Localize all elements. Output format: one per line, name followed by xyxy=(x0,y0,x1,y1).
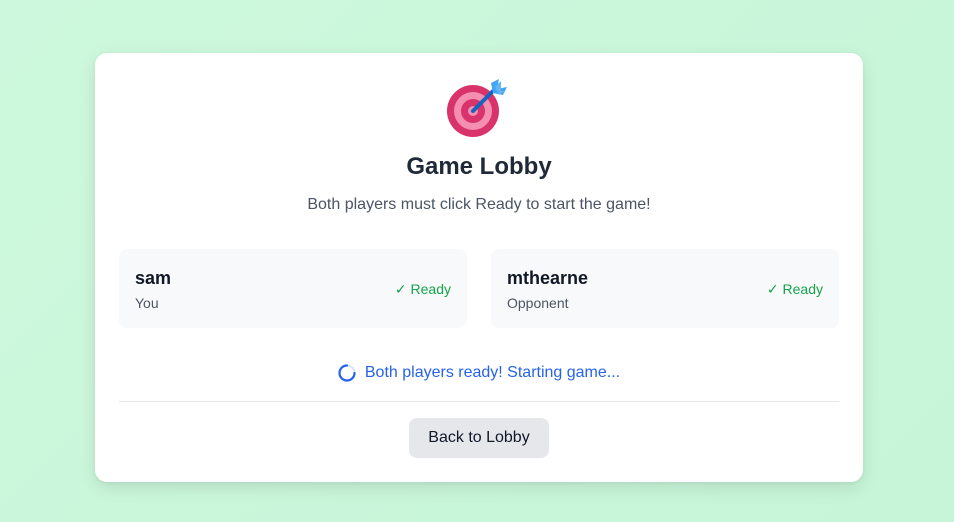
lobby-card: Game Lobby Both players must click Ready… xyxy=(95,53,863,482)
lobby-instructions: Both players must click Ready to start t… xyxy=(307,196,651,213)
player-card-opponent: mthearne Opponent ✓ Ready xyxy=(491,249,839,328)
ready-status: ✓ Ready xyxy=(766,281,823,297)
player-name: sam xyxy=(135,268,172,288)
player-role: You xyxy=(135,295,159,311)
player-card-self: sam You ✓ Ready xyxy=(119,249,467,328)
back-to-lobby-button[interactable]: Back to Lobby xyxy=(409,418,549,458)
ready-status: ✓ Ready xyxy=(394,281,451,297)
page-title: Game Lobby xyxy=(406,153,552,180)
player-name: mthearne xyxy=(507,268,589,288)
dart-target-icon xyxy=(445,77,509,141)
status-message: Both players ready! Starting game... xyxy=(364,364,621,381)
loading-spinner-icon xyxy=(338,364,356,382)
player-role: Opponent xyxy=(507,295,569,311)
divider xyxy=(119,401,839,402)
game-start-status: Both players ready! Starting game... xyxy=(95,362,863,384)
